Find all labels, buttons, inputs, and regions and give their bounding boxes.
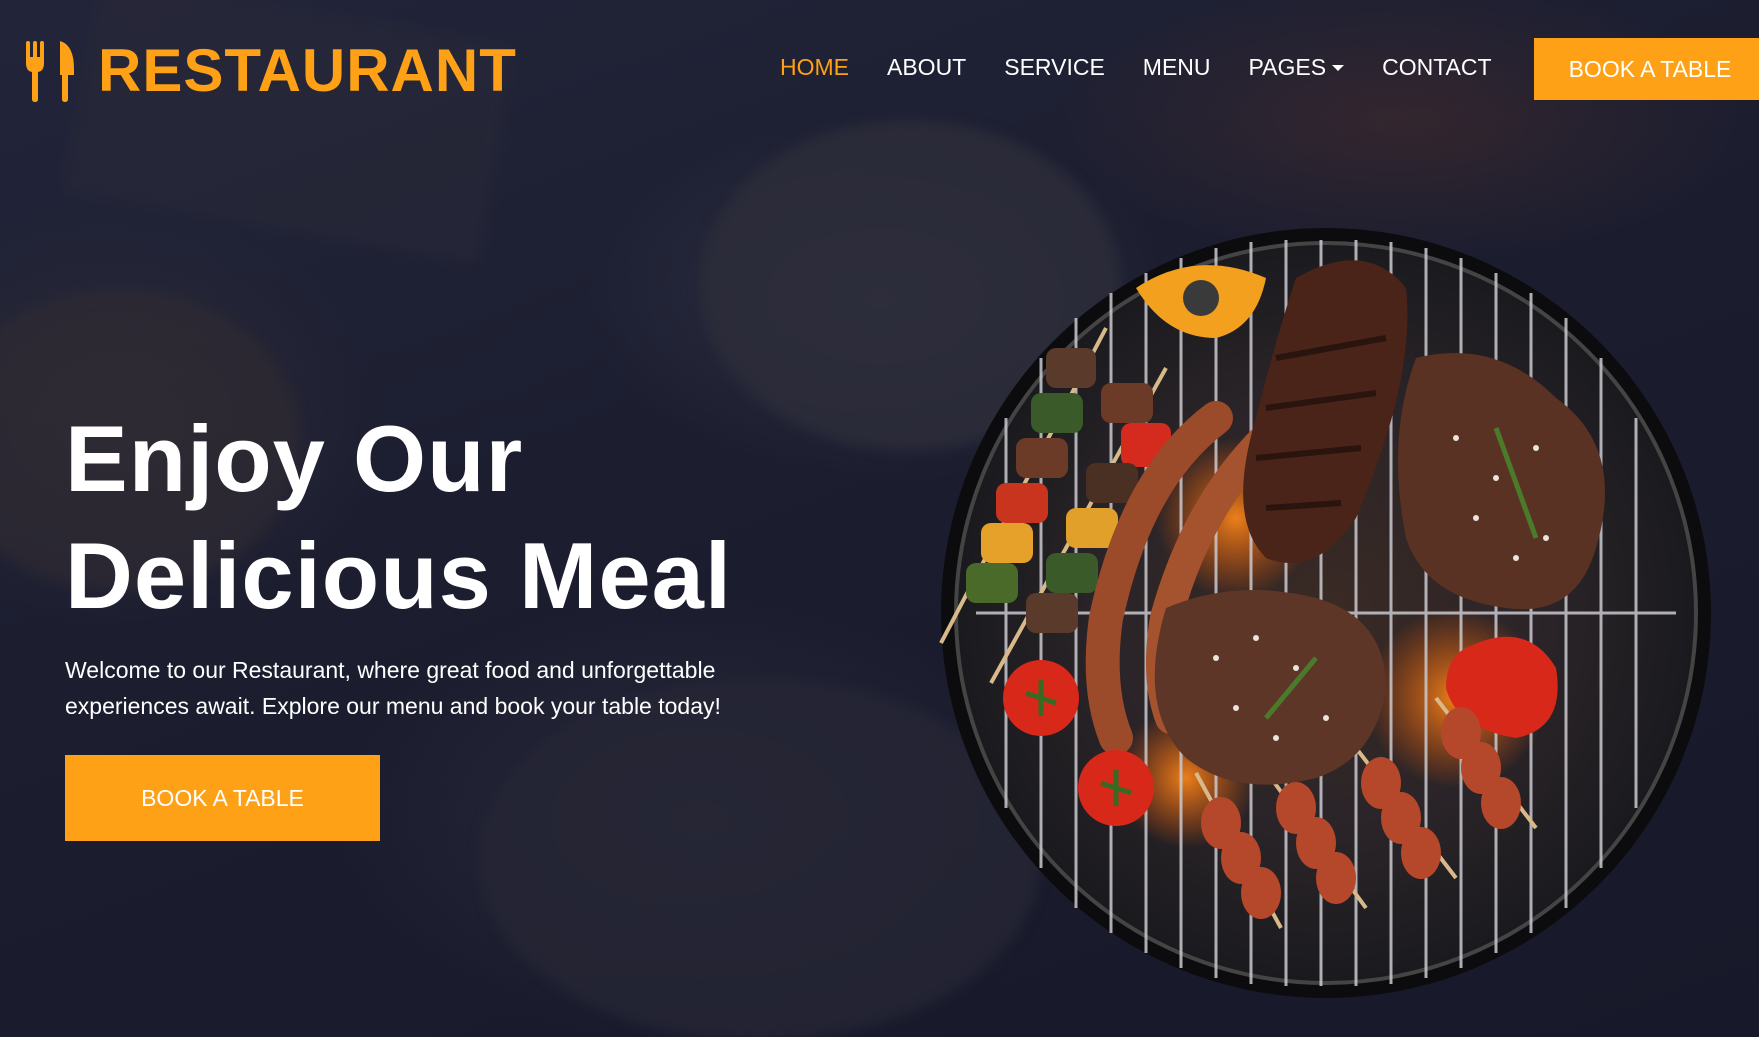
nav-home[interactable]: HOME xyxy=(780,54,849,81)
bbq-grill-image xyxy=(939,228,1711,998)
nav-pages-label: PAGES xyxy=(1248,54,1327,80)
nav-about[interactable]: ABOUT xyxy=(887,54,966,81)
nav-pages-dropdown[interactable]: PAGES xyxy=(1249,54,1345,81)
brand-name: RESTAURANT xyxy=(98,37,517,104)
nav-service[interactable]: SERVICE xyxy=(1004,54,1105,81)
nav-contact[interactable]: CONTACT xyxy=(1382,54,1491,81)
hero-text: Enjoy Our Delicious Meal Welcome to our … xyxy=(65,400,865,724)
book-table-nav-button[interactable]: BOOK A TABLE xyxy=(1534,38,1759,100)
navbar: RESTAURANT HOME ABOUT SERVICE MENU PAGES… xyxy=(0,0,1759,140)
brand-logo[interactable]: RESTAURANT xyxy=(24,36,517,105)
hero-headline-line1: Enjoy Our xyxy=(65,406,524,511)
caret-down-icon xyxy=(1332,64,1345,71)
hero-section: RESTAURANT HOME ABOUT SERVICE MENU PAGES… xyxy=(0,0,1759,1037)
nav-menu-link[interactable]: MENU xyxy=(1143,54,1211,81)
utensils-icon xyxy=(26,40,74,102)
book-table-hero-button[interactable]: BOOK A TABLE xyxy=(65,755,380,841)
nav-menu: HOME ABOUT SERVICE MENU PAGES CONTACT xyxy=(780,54,1530,81)
hero-subtitle: Welcome to our Restaurant, where great f… xyxy=(65,657,721,719)
hero-headline: Enjoy Our Delicious Meal xyxy=(65,400,865,634)
hero-headline-line2: Delicious Meal xyxy=(65,523,732,628)
